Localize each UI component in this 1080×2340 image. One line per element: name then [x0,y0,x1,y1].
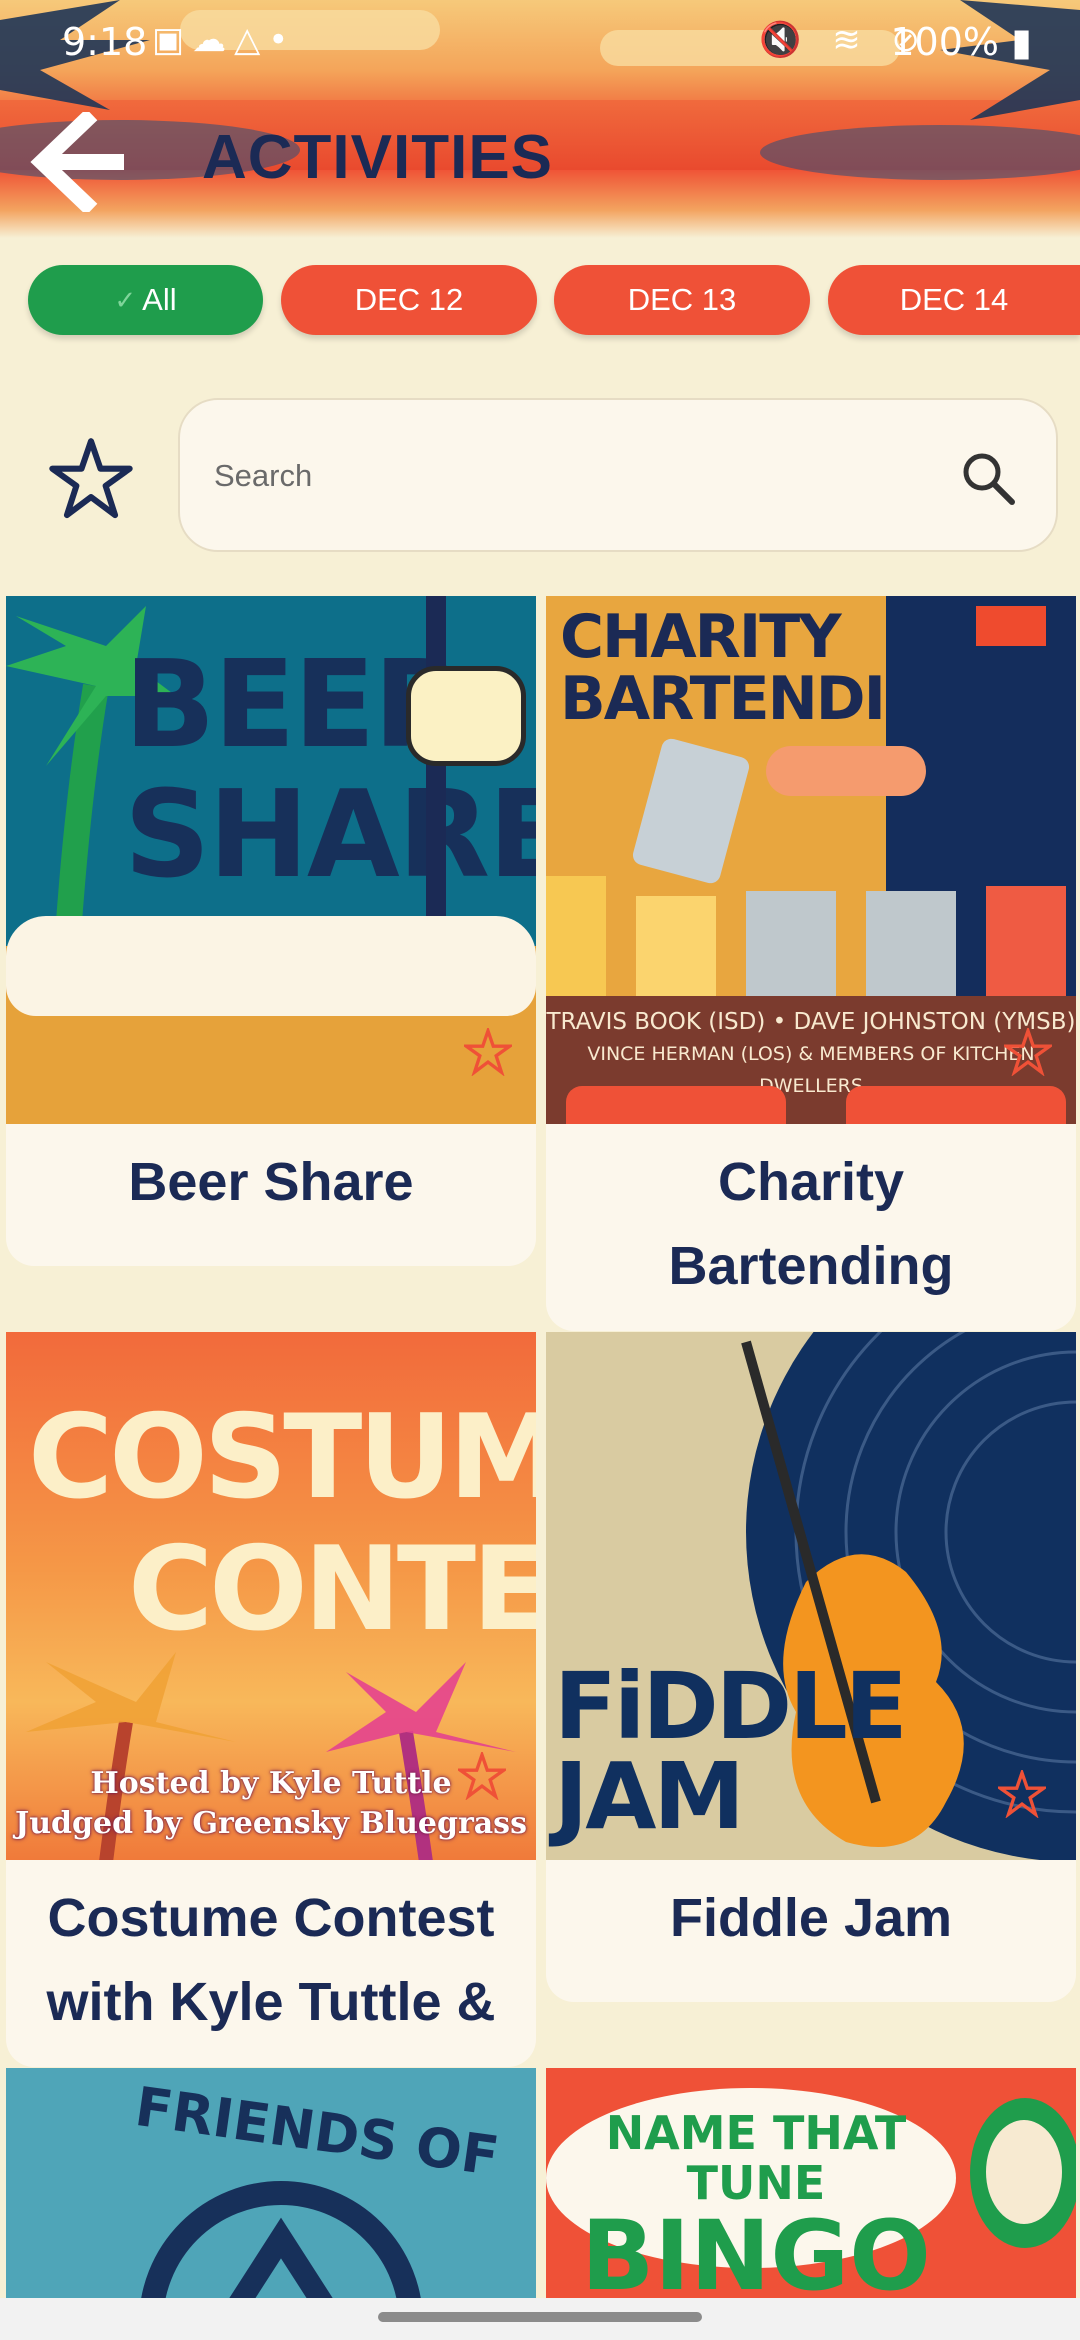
filter-chip-label: DEC 12 [354,282,464,317]
poster-credits: Hosted by Kyle Tuttle Judged by Greensky… [15,1766,527,1841]
date-filter-bar: ✓ All DEC 12 DEC 13 DEC 14 [0,265,1080,340]
app-header: 9:18 ▣☁△• 🔇 ≋ ⊘ 100% ▮ ACTIVITIES [0,0,1080,238]
bowtie [976,606,1046,646]
card-image: BEER SHARE [6,596,536,1124]
notification-icons: ▣☁△• [152,20,297,60]
bingo-ball-center [986,2120,1062,2224]
search-box [178,398,1058,552]
poster-heading: FiDDLE JAM [554,1653,908,1850]
favorite-star-icon[interactable] [998,1770,1046,1818]
filter-chip-label: DEC 13 [627,282,737,317]
search-input[interactable] [212,440,916,512]
card-image: COSTUMECONTEST Hosted by Kyle Tuttle Jud… [6,1332,536,1860]
activity-card-name-that-tune-bingo[interactable]: NAME THAT TUNE BINGO [546,2068,1076,2298]
card-image: FiDDLE JAM [546,1332,1076,1860]
filter-chip-dec14[interactable]: DEC 14 [828,265,1080,335]
activity-card-beer-share[interactable]: BEER SHARE Beer Share [6,596,536,1266]
status-time: 9:18 [62,20,148,64]
home-gesture-bar[interactable] [378,2312,702,2322]
card-image: NAME THAT TUNE BINGO [546,2068,1076,2298]
card-title: Charity Bartending [668,1152,954,1296]
shaker [630,736,752,886]
poster-heading: FRIENDS OF [131,2074,503,2189]
poster-heading: NAME THAT TUNE BINGO [581,2106,931,2298]
card-image: FRIENDS OF [6,2068,536,2298]
check-icon: ✓ [114,284,137,315]
card-title: Fiddle Jam [669,1888,953,1948]
activity-card-fiddle-jam[interactable]: FiDDLE JAM Fiddle Jam [546,1332,1076,2002]
page-title: ACTIVITIES [202,123,554,192]
filter-chip-dec12[interactable]: DEC 12 [281,265,537,335]
filter-chip-label: DEC 14 [899,282,1009,317]
activity-card-costume-contest[interactable]: COSTUMECONTEST Hosted by Kyle Tuttle Jud… [6,1332,536,2067]
glasses-row [546,876,1076,996]
favorite-star-icon[interactable] [1004,1028,1052,1076]
logo-triangle-illustration [141,2181,421,2298]
filter-chip-dec13[interactable]: DEC 13 [554,265,810,335]
card-image: CHARITY BARTENDING TRAVIS BOOK (ISD) • DA… [546,596,1076,1124]
activity-card-friends-of[interactable]: FRIENDS OF [6,2068,536,2298]
search-icon[interactable] [958,448,1018,508]
favorites-star-icon[interactable] [48,436,134,522]
beer-foam [6,916,536,1016]
battery-level: 100% ▮ [890,20,1032,64]
favorite-star-icon[interactable] [464,1028,512,1076]
back-arrow-icon[interactable] [24,112,124,212]
activity-card-charity-bartending[interactable]: CHARITY BARTENDING TRAVIS BOOK (ISD) • DA… [546,596,1076,1331]
status-bar: 9:18 ▣☁△• 🔇 ≋ ⊘ 100% ▮ [0,0,1080,86]
tap-handle [426,596,446,946]
card-title: Costume Contest with Kyle Tuttle & [46,1888,496,2032]
filter-chip-label: All [142,282,177,317]
tap-knob [406,666,526,766]
poster-heading: COSTUMECONTEST [28,1390,536,1657]
favorite-star-icon[interactable] [458,1752,506,1800]
filter-chip-all[interactable]: ✓ All [28,265,263,335]
arm [766,746,926,796]
card-title: Beer Share [128,1152,414,1212]
